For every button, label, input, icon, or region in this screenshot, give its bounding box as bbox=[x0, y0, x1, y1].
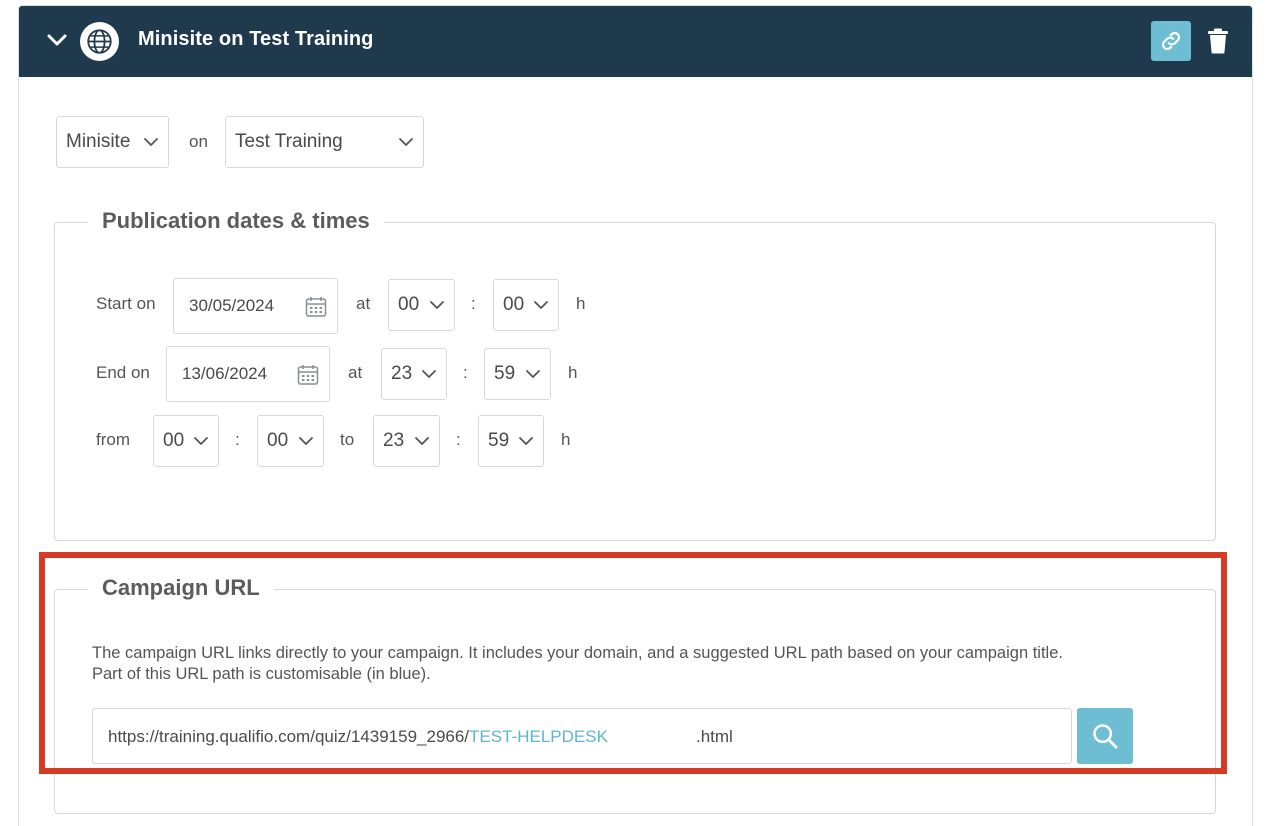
end-at-label: at bbox=[348, 363, 363, 382]
chevron-down-icon bbox=[430, 301, 444, 309]
card-title: Minisite on Test Training bbox=[138, 28, 374, 50]
start-hour-value: 00 bbox=[398, 294, 420, 315]
end-label: End on bbox=[96, 363, 150, 382]
url-custom-path[interactable]: TEST-HELPDESK bbox=[469, 727, 608, 746]
on-label: on bbox=[189, 132, 208, 151]
channel-type-value: Minisite bbox=[66, 131, 131, 152]
search-icon bbox=[1093, 724, 1118, 749]
start-colon: : bbox=[471, 294, 476, 313]
daily-h-label: h bbox=[561, 430, 571, 449]
chevron-down-icon bbox=[194, 437, 208, 445]
chevron-down-icon bbox=[526, 370, 540, 378]
chevron-down-icon bbox=[399, 138, 413, 146]
url-display: https://training.qualifio.com/quiz/14391… bbox=[108, 727, 608, 747]
chevron-down-icon bbox=[534, 301, 548, 309]
description-line-1: The campaign URL links directly to your … bbox=[92, 644, 1063, 662]
chevron-down-icon bbox=[144, 138, 158, 146]
calendar-icon[interactable] bbox=[297, 364, 319, 386]
chevron-down-icon bbox=[422, 370, 436, 378]
url-base: https://training.qualifio.com/quiz/14391… bbox=[108, 727, 470, 746]
link-button[interactable] bbox=[1151, 21, 1191, 61]
start-at-label: at bbox=[356, 294, 371, 313]
start-label: Start on bbox=[96, 294, 156, 313]
from-hour-select[interactable]: 00 bbox=[153, 415, 219, 467]
site-select[interactable]: Test Training bbox=[225, 116, 424, 168]
start-h-label: h bbox=[576, 294, 586, 313]
to-colon: : bbox=[456, 430, 461, 449]
channel-type-select[interactable]: Minisite bbox=[56, 116, 169, 168]
chevron-down-icon bbox=[299, 437, 313, 445]
calendar-icon[interactable] bbox=[305, 296, 327, 318]
check-url-button[interactable] bbox=[1077, 708, 1133, 764]
campaign-url-fieldset bbox=[54, 589, 1216, 814]
link-icon bbox=[1161, 31, 1181, 51]
end-date-value: 13/06/2024 bbox=[182, 364, 268, 383]
campaign-url-input[interactable]: https://training.qualifio.com/quiz/14391… bbox=[92, 708, 1072, 764]
publication-legend: Publication dates & times bbox=[88, 208, 384, 234]
chevron-down-icon bbox=[519, 437, 533, 445]
description-line-2: Part of this URL path is customisable (i… bbox=[92, 665, 431, 683]
end-colon: : bbox=[463, 363, 468, 382]
to-minute-select[interactable]: 59 bbox=[478, 415, 544, 467]
trash-icon[interactable] bbox=[1206, 28, 1230, 54]
end-h-label: h bbox=[568, 363, 578, 382]
url-extension: .html bbox=[696, 727, 733, 746]
end-hour-value: 23 bbox=[391, 363, 413, 384]
to-hour-select[interactable]: 23 bbox=[373, 415, 440, 467]
campaign-url-description: The campaign URL links directly to your … bbox=[92, 643, 1192, 685]
from-label: from bbox=[96, 430, 130, 449]
globe-icon bbox=[80, 22, 119, 61]
to-label: to bbox=[340, 430, 355, 449]
site-value: Test Training bbox=[235, 131, 343, 152]
end-date-input[interactable]: 13/06/2024 bbox=[166, 346, 330, 402]
from-hour-value: 00 bbox=[163, 430, 185, 451]
from-colon: : bbox=[235, 430, 240, 449]
end-hour-select[interactable]: 23 bbox=[381, 348, 447, 400]
start-date-input[interactable]: 30/05/2024 bbox=[173, 278, 338, 334]
card-header: Minisite on Test Training bbox=[19, 6, 1252, 77]
end-minute-select[interactable]: 59 bbox=[484, 348, 551, 400]
to-hour-value: 23 bbox=[383, 430, 405, 451]
start-hour-select[interactable]: 00 bbox=[388, 279, 455, 331]
start-minute-select[interactable]: 00 bbox=[493, 279, 559, 331]
start-date-value: 30/05/2024 bbox=[189, 296, 275, 315]
to-minute-value: 59 bbox=[488, 430, 510, 451]
chevron-down-icon bbox=[415, 437, 429, 445]
from-minute-select[interactable]: 00 bbox=[257, 415, 324, 467]
end-minute-value: 59 bbox=[494, 363, 516, 384]
campaign-url-legend: Campaign URL bbox=[88, 575, 274, 601]
chevron-down-icon[interactable] bbox=[45, 28, 69, 52]
from-minute-value: 00 bbox=[267, 430, 289, 451]
start-minute-value: 00 bbox=[503, 294, 525, 315]
